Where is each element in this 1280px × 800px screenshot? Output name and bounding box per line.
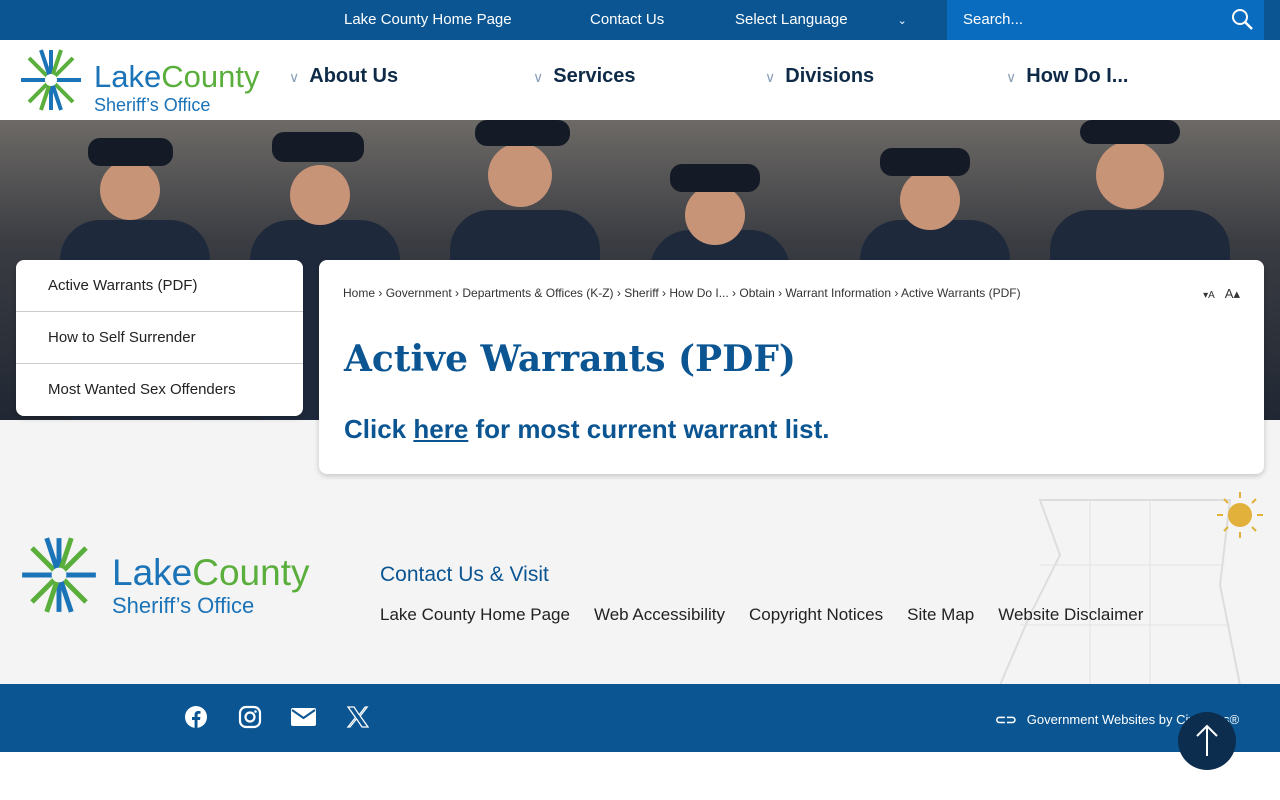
sidebar-menu: Active Warrants (PDF) How to Self Surren… — [16, 260, 303, 416]
page-title: Active Warrants (PDF) — [344, 338, 796, 380]
logo-text-lake: Lake — [112, 552, 193, 593]
arrow-up-icon — [1196, 724, 1218, 756]
logo-star-icon — [21, 49, 81, 111]
nav-label: How Do I... — [1026, 65, 1129, 87]
footer-link-disclaimer[interactable]: Website Disclaimer — [998, 605, 1143, 625]
page-body: Click here for most current warrant list… — [344, 414, 829, 445]
chevron-down-icon: ∨ — [533, 69, 544, 85]
nav-label: About Us — [309, 65, 399, 87]
logo-text-lake: Lake — [94, 59, 162, 94]
logo-subtitle: Sheriff’s Office — [94, 95, 211, 115]
lake-county-home-link[interactable]: Lake County Home Page — [344, 11, 512, 28]
logo-star-icon — [22, 537, 96, 613]
chevron-down-icon: ∨ — [289, 69, 300, 85]
language-label: Select Language — [735, 11, 848, 28]
search-input[interactable]: Search... — [947, 0, 1264, 40]
nav-services[interactable]: ∨ Services — [533, 65, 636, 88]
body-text: for most current warrant list. — [468, 414, 830, 444]
breadcrumb-current: Active Warrants (PDF) — [901, 286, 1021, 300]
breadcrumb-how-do-i[interactable]: How Do I... — [669, 286, 728, 300]
sidebar-item-active-warrants[interactable]: Active Warrants (PDF) — [16, 260, 303, 312]
breadcrumb-obtain[interactable]: Obtain — [739, 286, 774, 300]
font-size-controls: ▾A A▴ — [1203, 286, 1240, 302]
sidebar-item-most-wanted[interactable]: Most Wanted Sex Offenders — [16, 364, 303, 416]
logo-text-county: County — [161, 59, 260, 94]
footer-link-copyright[interactable]: Copyright Notices — [749, 605, 883, 625]
breadcrumb: Home › Government › Departments & Office… — [343, 286, 1021, 300]
nav-label: Divisions — [785, 65, 875, 87]
contact-us-link[interactable]: Contact Us — [590, 11, 664, 28]
chevron-down-icon: ∨ — [765, 69, 776, 85]
utility-bar: Lake County Home Page Contact Us Select … — [0, 0, 1280, 40]
breadcrumb-sheriff[interactable]: Sheriff — [624, 286, 658, 300]
back-to-top-button[interactable] — [1178, 712, 1236, 770]
breadcrumb-warrant-info[interactable]: Warrant Information — [785, 286, 891, 300]
search-icon[interactable] — [1230, 7, 1254, 31]
increase-font-button[interactable]: A▴ — [1225, 286, 1240, 301]
footer-link-accessibility[interactable]: Web Accessibility — [594, 605, 725, 625]
logo-subtitle: Sheriff’s Office — [112, 593, 255, 618]
instagram-icon[interactable] — [238, 705, 262, 729]
chevron-down-icon: ⌄ — [897, 15, 907, 27]
content-card: Home › Government › Departments & Office… — [319, 260, 1264, 474]
footer-links: Lake County Home Page Web Accessibility … — [380, 605, 1143, 625]
footer-link-home[interactable]: Lake County Home Page — [380, 605, 570, 625]
sidebar-item-self-surrender[interactable]: How to Self Surrender — [16, 312, 303, 364]
nav-divisions[interactable]: ∨ Divisions — [765, 65, 874, 88]
email-icon[interactable] — [291, 708, 316, 726]
breadcrumb-home[interactable]: Home — [343, 286, 375, 300]
nav-how-do-i[interactable]: ∨ How Do I... — [1006, 65, 1128, 88]
facebook-icon[interactable] — [184, 705, 208, 729]
logo-text-county: County — [192, 552, 310, 593]
sun-icon — [1217, 492, 1263, 538]
nav-label: Services — [553, 65, 636, 87]
warrant-list-link[interactable]: here — [413, 414, 468, 444]
breadcrumb-government[interactable]: Government — [386, 286, 452, 300]
language-select[interactable]: Select Language ⌄ — [735, 11, 907, 28]
nav-about-us[interactable]: ∨ About Us — [289, 65, 398, 88]
body-text: Click — [344, 414, 414, 444]
footer-heading: Contact Us & Visit — [380, 563, 549, 586]
civicplus-logo-icon: ⊂⊃ — [995, 712, 1017, 727]
x-twitter-icon[interactable] — [346, 705, 370, 729]
footer-bar: ⊂⊃ Government Websites by CivicPlus® — [0, 684, 1280, 752]
footer-link-sitemap[interactable]: Site Map — [907, 605, 974, 625]
decrease-font-button[interactable]: ▾A — [1203, 290, 1215, 301]
search-placeholder: Search... — [963, 11, 1024, 28]
chevron-down-icon: ∨ — [1006, 69, 1017, 85]
breadcrumb-departments[interactable]: Departments & Offices (K-Z) — [462, 286, 613, 300]
